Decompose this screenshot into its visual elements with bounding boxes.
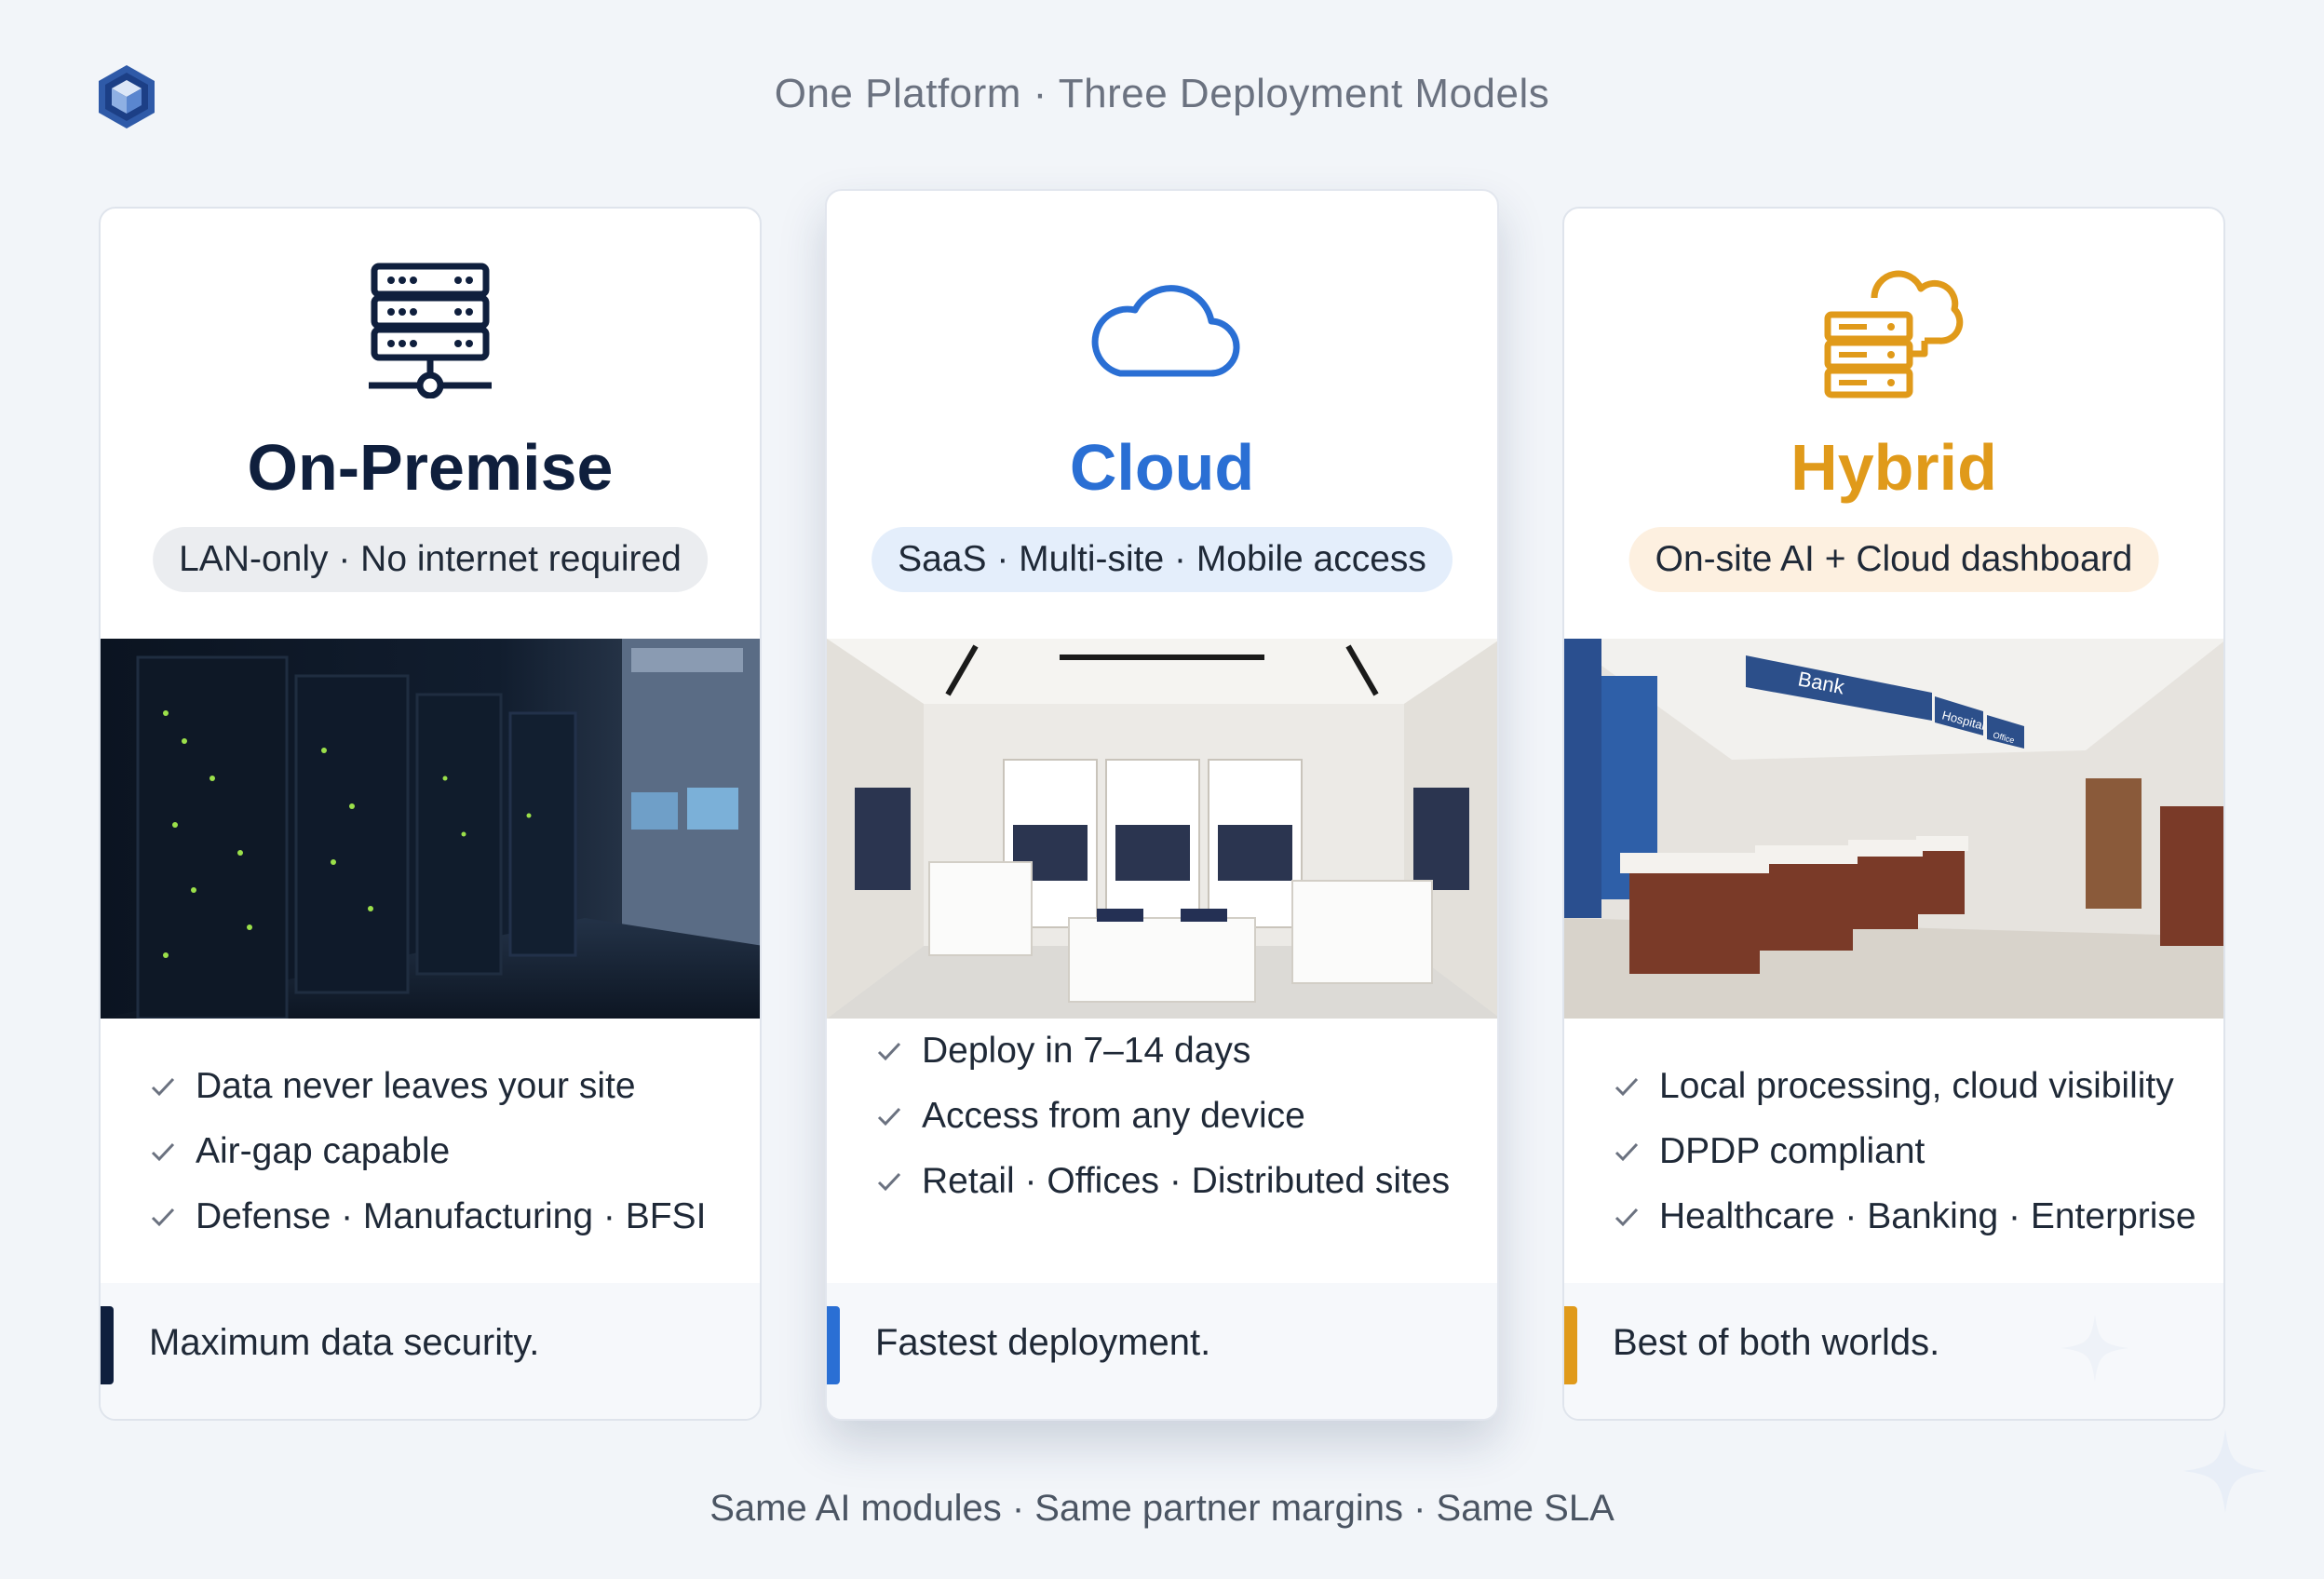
list-item: Data never leaves your site	[149, 1054, 741, 1119]
retail-store-photo	[827, 639, 1497, 1019]
card-title: Cloud	[1069, 431, 1255, 504]
list-item: Defense · Manufacturing · BFSI	[149, 1184, 741, 1249]
card-pill: LAN-only · No internet required	[153, 527, 708, 592]
feature-text: Air-gap capable	[196, 1131, 451, 1171]
sparkle-icon	[2061, 1315, 2128, 1382]
data-center-photo	[101, 639, 760, 1019]
list-item: Retail · Offices · Distributed sites	[875, 1149, 1479, 1214]
card-footer: Maximum data security.	[101, 1283, 760, 1419]
card-title: Hybrid	[1790, 431, 1997, 504]
list-item: Local processing, cloud visibility	[1613, 1054, 2205, 1119]
card-cloud: Cloud SaaS · Multi-site · Mobile access	[825, 189, 1499, 1421]
check-icon	[1615, 1077, 1639, 1097]
check-icon	[877, 1107, 901, 1127]
check-icon	[877, 1172, 901, 1192]
card-icon-wrap	[1564, 261, 2223, 400]
check-icon	[877, 1042, 901, 1061]
list-item: Access from any device	[875, 1084, 1479, 1149]
list-item: Air-gap capable	[149, 1119, 741, 1184]
feature-text: DPDP compliant	[1659, 1131, 1925, 1171]
accent-bar	[827, 1306, 840, 1384]
bank-hospital-lobby-photo: Bank Hospital Office	[1564, 639, 2223, 1019]
accent-bar	[101, 1306, 114, 1384]
check-icon	[151, 1208, 175, 1227]
card-title: On-Premise	[247, 431, 614, 504]
feature-text: Defense · Manufacturing · BFSI	[196, 1196, 707, 1236]
list-item: DPDP compliant	[1613, 1119, 2205, 1184]
card-tagline: Best of both worlds.	[1613, 1322, 1940, 1363]
list-item: Deploy in 7–14 days	[875, 1019, 1479, 1084]
list-item: Healthcare · Banking · Enterprise	[1613, 1184, 2205, 1249]
check-icon	[1615, 1208, 1639, 1227]
feature-text: Local processing, cloud visibility	[1659, 1066, 2174, 1106]
card-footer: Fastest deployment.	[827, 1283, 1497, 1419]
page-title: One Platform · Three Deployment Models	[774, 71, 1550, 116]
card-pill: SaaS · Multi-site · Mobile access	[872, 527, 1452, 592]
feature-list: Data never leaves your site Air-gap capa…	[149, 1054, 741, 1249]
card-hybrid: Hybrid On-site AI + Cloud dashboard Bank…	[1562, 207, 2225, 1421]
feature-text: Deploy in 7–14 days	[922, 1031, 1251, 1071]
server-cloud-icon	[1824, 270, 1964, 398]
cloud-icon	[1091, 285, 1240, 377]
feature-text: Data never leaves your site	[196, 1066, 636, 1106]
feature-list: Local processing, cloud visibility DPDP …	[1613, 1054, 2205, 1249]
card-on-premise: On-Premise LAN-only · No internet requir…	[99, 207, 762, 1421]
accent-bar	[1564, 1306, 1577, 1384]
feature-text: Access from any device	[922, 1096, 1305, 1136]
card-tagline: Maximum data security.	[149, 1322, 540, 1363]
server-rack-icon	[369, 263, 492, 398]
feature-text: Retail · Offices · Distributed sites	[922, 1161, 1451, 1201]
card-icon-wrap	[827, 278, 1497, 381]
feature-list: Deploy in 7–14 days Access from any devi…	[875, 1019, 1479, 1214]
card-tagline: Fastest deployment.	[875, 1322, 1211, 1363]
check-icon	[1615, 1142, 1639, 1162]
card-pill: On-site AI + Cloud dashboard	[1628, 527, 2159, 592]
check-icon	[151, 1142, 175, 1162]
feature-text: Healthcare · Banking · Enterprise	[1659, 1196, 2196, 1236]
check-icon	[151, 1077, 175, 1097]
card-icon-wrap	[101, 261, 760, 398]
bottom-caption: Same AI modules · Same partner margins ·…	[709, 1488, 1615, 1529]
